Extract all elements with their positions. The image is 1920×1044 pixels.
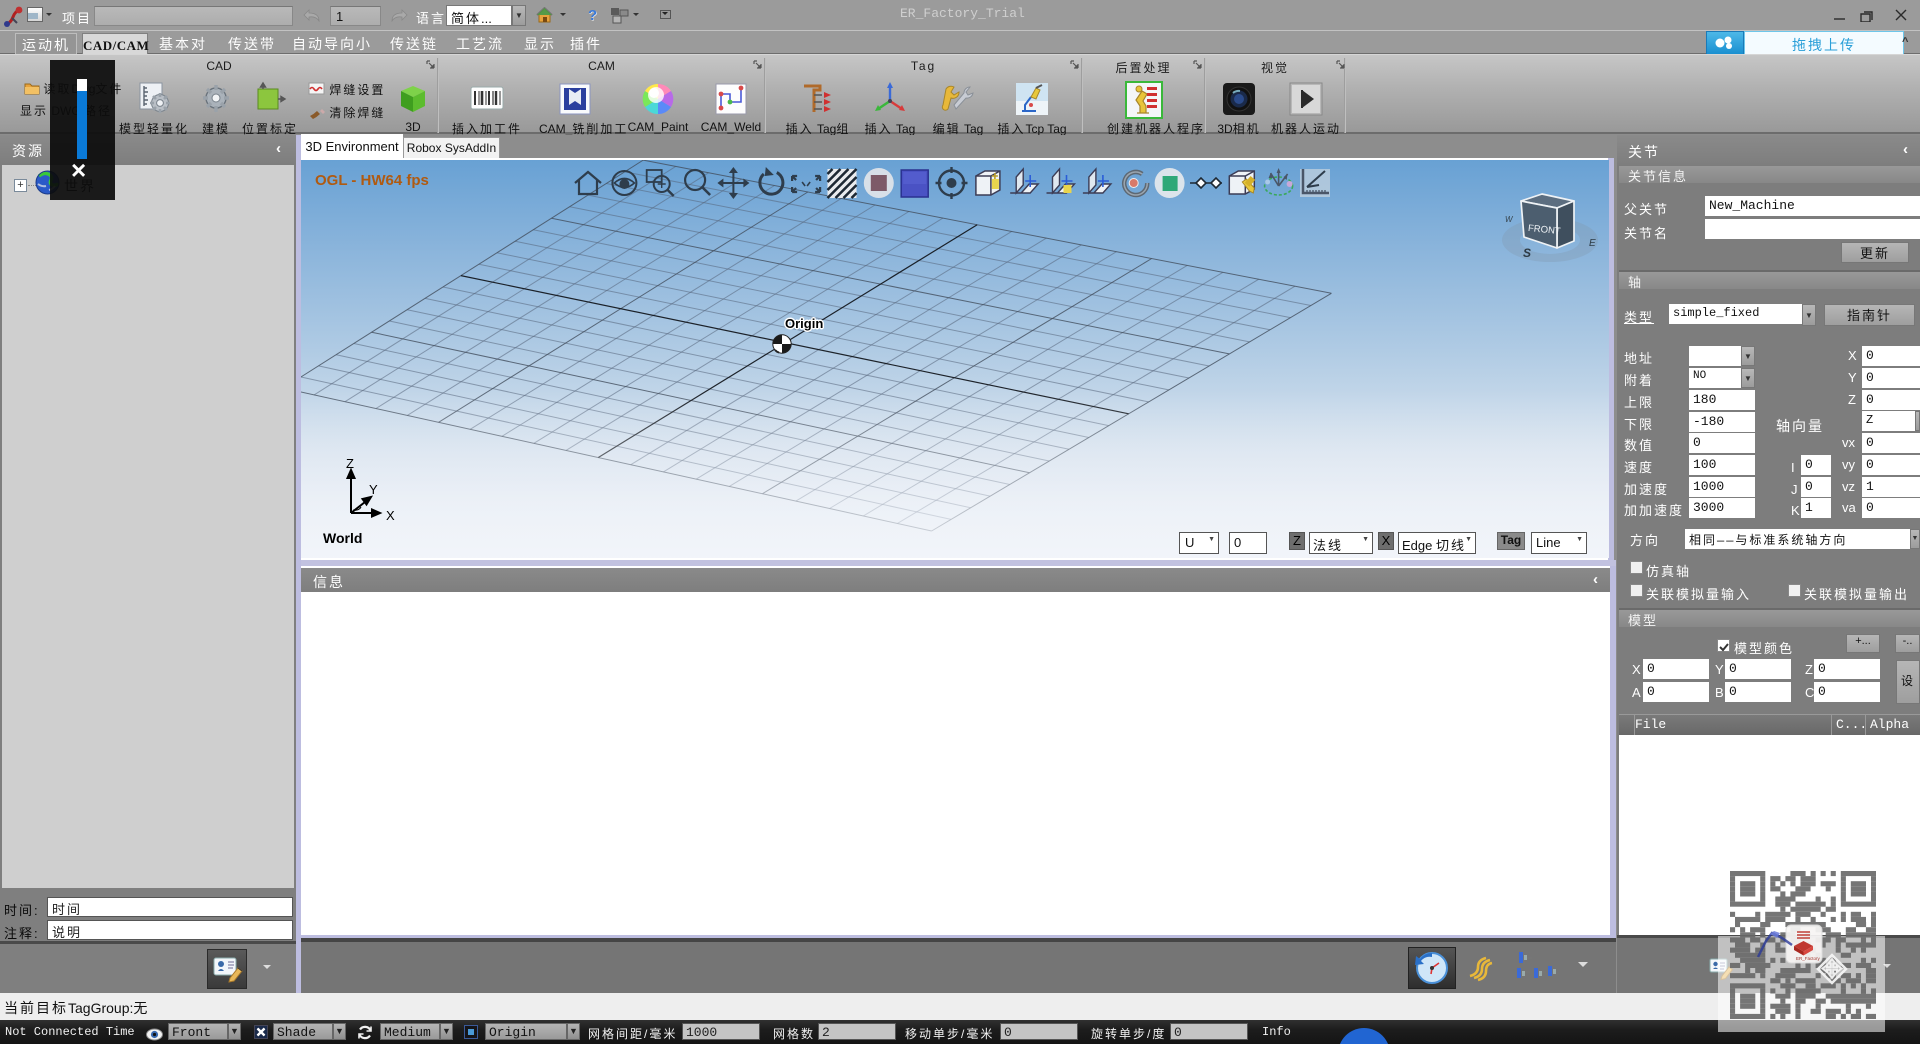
svg-text:ER_Factory: ER_Factory bbox=[1796, 956, 1821, 961]
svg-text:E: E bbox=[1589, 238, 1596, 249]
svg-text:Z: Z bbox=[346, 458, 354, 471]
svg-text:X: X bbox=[386, 508, 395, 522]
svg-text:Y: Y bbox=[369, 482, 378, 497]
svg-text:S: S bbox=[1523, 246, 1531, 260]
svg-text:W: W bbox=[1505, 215, 1514, 224]
